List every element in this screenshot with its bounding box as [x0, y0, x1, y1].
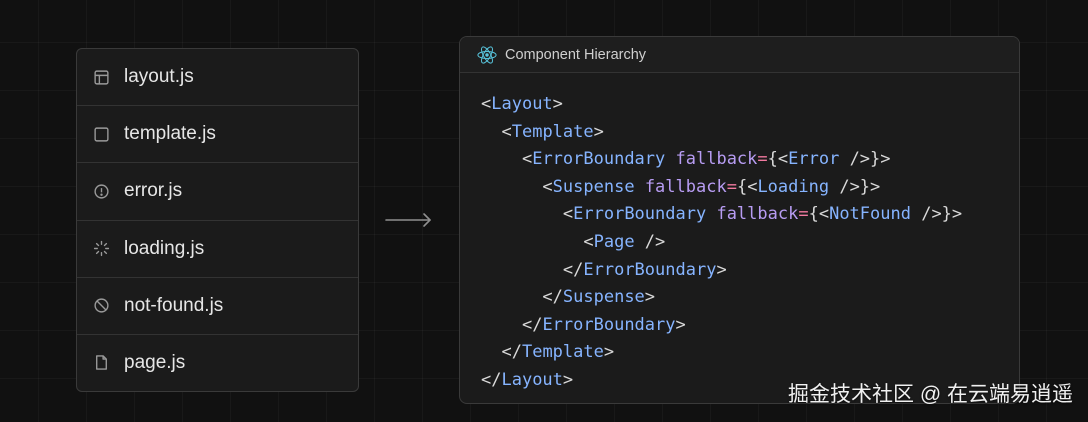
code-line: </Suspense>	[481, 284, 962, 312]
code-token: >	[644, 287, 656, 308]
code-token: ErrorBoundary	[532, 149, 666, 170]
code-token: Error	[788, 149, 840, 170]
code-line: <Template>	[481, 119, 962, 147]
code-line: <ErrorBoundary fallback={<NotFound />}>	[481, 201, 962, 229]
code-line: <ErrorBoundary fallback={<Error />}>	[481, 146, 962, 174]
arrow-right-icon	[385, 213, 431, 227]
code-token: Layout	[501, 369, 563, 390]
code-token: >	[552, 94, 563, 114]
code-token: >	[593, 121, 604, 142]
code-line: </ErrorBoundary>	[481, 312, 962, 340]
file-list: layout.js template.js error.js loading.j…	[76, 48, 359, 392]
code-token: <	[542, 176, 553, 197]
code-token: />	[634, 231, 666, 252]
code-token: Suspense	[552, 176, 635, 197]
file-name: template.js	[124, 123, 216, 145]
file-name: page.js	[124, 351, 186, 373]
code-line: </ErrorBoundary>	[481, 257, 962, 285]
code-token: =	[757, 149, 768, 170]
code-token: {<	[767, 149, 789, 170]
file-name: error.js	[124, 180, 183, 202]
code-token: fallback	[675, 149, 758, 170]
code-token: >	[603, 342, 615, 363]
code-line: <Page />	[481, 229, 962, 257]
code-token: ErrorBoundary	[542, 314, 676, 335]
loading-icon	[93, 240, 110, 257]
code-token: </	[481, 369, 502, 390]
file-item-error: error.js	[77, 163, 358, 221]
panel-header: Component Hierarchy	[460, 37, 1019, 73]
code-token: </	[521, 314, 543, 335]
code-token: Template	[511, 121, 594, 142]
watermark: 掘金技术社区 @ 在云端易逍遥	[788, 383, 1073, 406]
code-token: Layout	[491, 94, 553, 114]
code-token: >	[562, 369, 574, 390]
code-token: >	[675, 314, 686, 335]
file-name: layout.js	[124, 66, 194, 88]
layout-icon	[93, 69, 110, 86]
code-token: =	[726, 176, 737, 197]
code-token: />}>	[829, 176, 881, 197]
code-token: </	[501, 342, 522, 363]
code-token: ErrorBoundary	[573, 204, 707, 225]
file-name: loading.js	[124, 237, 205, 259]
error-icon	[93, 183, 110, 200]
code-token: Suspense	[562, 287, 645, 308]
file-item-page: page.js	[77, 335, 358, 391]
code-token: fallback	[716, 204, 799, 225]
code-block: <Layout> <Template> <ErrorBoundary fallb…	[481, 91, 962, 395]
file-item-layout: layout.js	[77, 49, 358, 107]
code-token: />}>	[839, 149, 891, 170]
code-token: </	[562, 259, 584, 280]
code-token: <	[501, 121, 512, 142]
file-item-template: template.js	[77, 106, 358, 164]
code-line: <Suspense fallback={<Loading />}>	[481, 174, 962, 202]
code-token: Page	[593, 231, 635, 252]
page-icon	[93, 354, 110, 371]
code-token: Loading	[757, 176, 830, 197]
panel-title: Component Hierarchy	[505, 46, 647, 63]
code-token: ErrorBoundary	[583, 259, 717, 280]
code-token: {<	[736, 176, 758, 197]
code-token: =	[798, 204, 809, 225]
code-token: <	[562, 204, 574, 225]
not-found-icon	[93, 297, 110, 314]
code-token: {<	[808, 204, 830, 225]
code-token: >	[716, 259, 727, 280]
code-line: </Template>	[481, 339, 962, 367]
template-icon	[93, 126, 110, 143]
code-token: <	[481, 94, 492, 114]
component-hierarchy-panel: Component Hierarchy <Layout> <Template> …	[459, 36, 1020, 404]
file-item-not-found: not-found.js	[77, 278, 358, 335]
code-token: />}>	[910, 204, 963, 225]
code-token: fallback	[644, 176, 727, 197]
code-token: </	[542, 287, 563, 308]
code-line: <Layout>	[481, 91, 962, 119]
react-icon	[477, 45, 497, 64]
code-token: <	[521, 149, 533, 170]
code-token: NotFound	[829, 204, 911, 225]
code-token: Template	[521, 342, 604, 363]
file-item-loading: loading.js	[77, 221, 358, 278]
code-token: <	[583, 231, 594, 252]
file-name: not-found.js	[124, 294, 224, 316]
